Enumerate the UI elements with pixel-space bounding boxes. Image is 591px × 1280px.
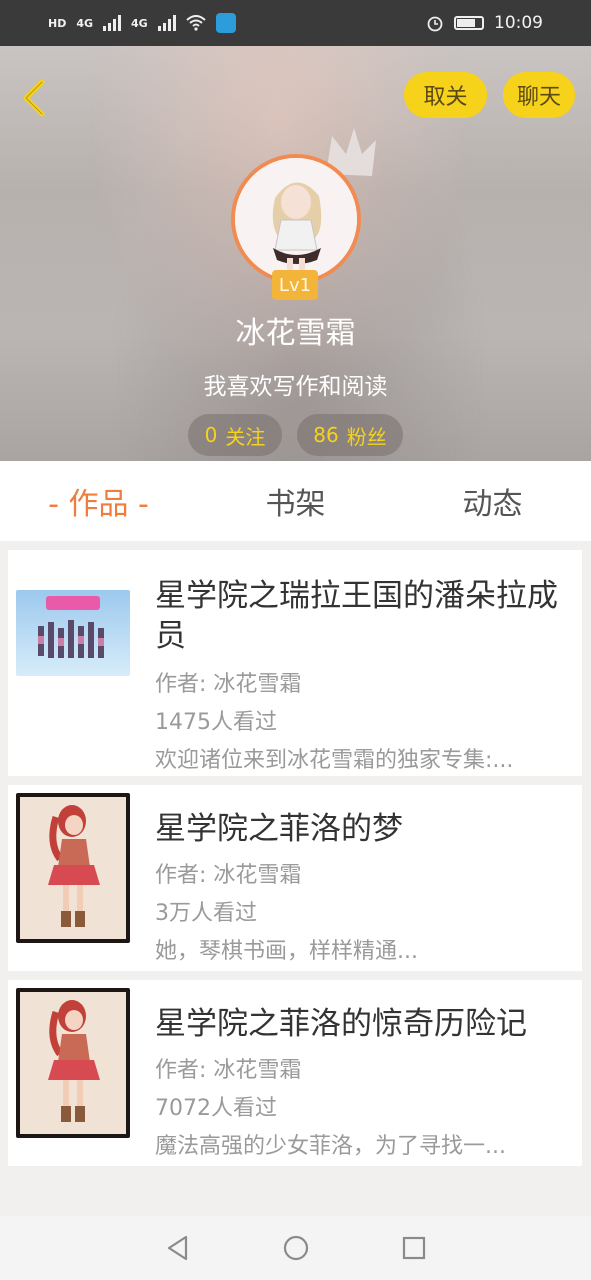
signal-indicator-2: 4G	[131, 16, 148, 30]
work-views: 3万人看过	[155, 901, 257, 926]
app-notification-icon	[215, 13, 236, 33]
list-item[interactable]: 星学院之菲洛的惊奇历险记 作者: 冰花雪霜 7072人看过 魔法高强的少女菲洛，…	[8, 980, 582, 1166]
work-title: 星学院之菲洛的惊奇历险记	[155, 1006, 527, 1042]
system-nav-bar	[0, 1216, 591, 1280]
status-time: 10:09	[494, 13, 543, 33]
tab-bookshelf[interactable]: 书架	[197, 461, 394, 541]
work-desc: 她，琴棋书画，样样精通...	[155, 939, 418, 964]
work-author: 作者: 冰花雪霜	[155, 863, 302, 888]
profile-name: 冰花雪霜	[235, 316, 356, 351]
list-item[interactable]: 星学院之菲洛的梦 作者: 冰花雪霜 3万人看过 她，琴棋书画，样样精通...	[8, 785, 582, 971]
unfollow-button[interactable]: 取关	[404, 72, 487, 118]
fans-label: 粉丝	[346, 424, 387, 449]
work-cover	[16, 590, 130, 676]
alarm-icon	[427, 16, 443, 32]
following-count: 0	[204, 423, 218, 447]
cover-image	[16, 590, 130, 676]
battery-icon	[454, 16, 484, 30]
cover-image	[16, 988, 130, 1138]
signal-bars-icon-2	[157, 15, 176, 31]
fans-count: 86	[313, 423, 339, 447]
square-recent-icon[interactable]	[400, 1234, 428, 1262]
screen: HD 4G 4G 10:09 取关 聊天 Lv1 冰花雪霜 我喜欢写作和阅读 0…	[0, 0, 591, 1280]
work-desc: 欢迎诸位来到冰花雪霜的独家专集:...	[155, 748, 514, 773]
work-views: 7072人看过	[155, 1096, 277, 1121]
work-cover	[16, 988, 130, 1138]
works-list: 星学院之瑞拉王国的潘朵拉成员 作者: 冰花雪霜 1475人看过 欢迎诸位来到冰花…	[8, 550, 582, 1175]
wifi-icon	[186, 15, 206, 31]
cover-image	[16, 793, 130, 943]
following-stat[interactable]: 0 关注	[188, 414, 282, 456]
tab-works[interactable]: - 作品 -	[0, 461, 197, 541]
list-item[interactable]: 星学院之瑞拉王国的潘朵拉成员 作者: 冰花雪霜 1475人看过 欢迎诸位来到冰花…	[8, 550, 582, 776]
work-title: 星学院之菲洛的梦	[155, 811, 403, 847]
signal-bars-icon	[103, 15, 122, 31]
work-title: 星学院之瑞拉王国的潘朵拉成员	[155, 578, 558, 654]
work-author: 作者: 冰花雪霜	[155, 1058, 302, 1083]
fans-stat[interactable]: 86 粉丝	[297, 414, 403, 456]
avatar-image	[235, 158, 357, 280]
triangle-back-icon[interactable]	[164, 1234, 192, 1262]
profile-tabs: - 作品 - 书架 动态	[0, 461, 591, 541]
circle-home-icon[interactable]	[282, 1234, 310, 1262]
work-desc: 魔法高强的少女菲洛，为了寻找一...	[155, 1134, 506, 1159]
status-left: HD 4G 4G	[48, 13, 236, 33]
chevron-left-icon	[23, 79, 45, 117]
work-cover	[16, 793, 130, 943]
hd-indicator: HD	[48, 16, 67, 30]
chat-button[interactable]: 聊天	[503, 72, 575, 118]
status-bar: HD 4G 4G 10:09	[0, 0, 591, 46]
work-author: 作者: 冰花雪霜	[155, 672, 302, 697]
profile-header: 取关 聊天 Lv1 冰花雪霜 我喜欢写作和阅读 0 关注 86 粉丝	[0, 46, 591, 461]
following-label: 关注	[225, 424, 266, 449]
work-views: 1475人看过	[155, 710, 277, 735]
status-right: 10:09	[426, 13, 543, 33]
back-button[interactable]	[12, 74, 56, 122]
profile-bio: 我喜欢写作和阅读	[203, 374, 388, 400]
level-badge: Lv1	[272, 270, 318, 300]
avatar[interactable]	[231, 154, 361, 284]
signal-indicator-1: 4G	[76, 16, 94, 30]
tab-activity[interactable]: 动态	[394, 461, 591, 541]
